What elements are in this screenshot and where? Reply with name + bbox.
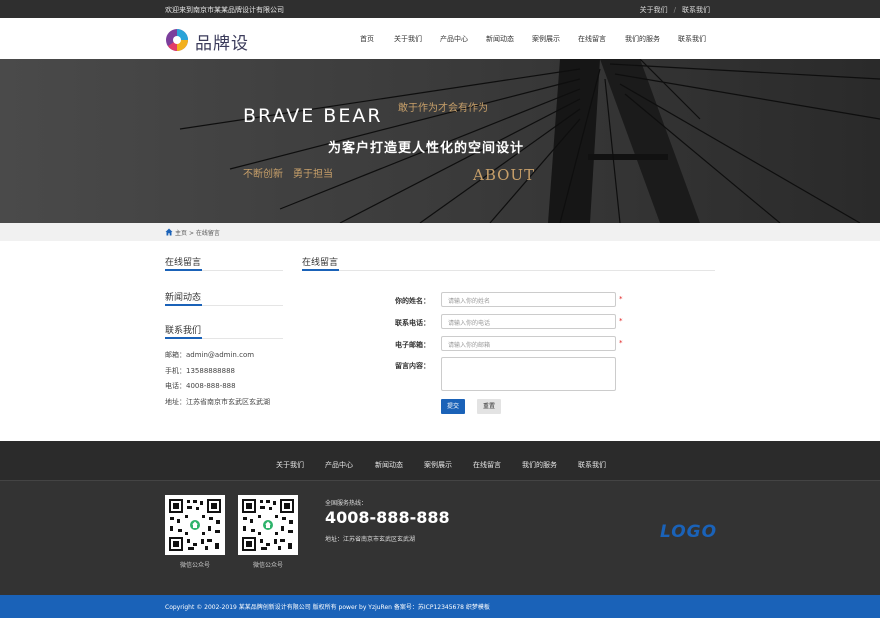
footer-nav-message[interactable]: 在线留言 <box>473 460 501 470</box>
site-logo[interactable]: 品牌设计 <box>165 27 265 79</box>
nav-home[interactable]: 首页 <box>360 34 374 44</box>
name-label: 你的姓名： <box>395 297 430 305</box>
page-title-divider <box>302 269 715 271</box>
top-link-separator: / <box>673 6 676 14</box>
banner-slogan: 敢于作为才会有作为 <box>398 103 488 114</box>
sidebar-divider <box>165 337 283 339</box>
hero-banner: BRAVE BEAR 敢于作为才会有作为 为客户打造更人性化的空间设计 不断创新… <box>0 59 880 223</box>
sidebar-heading-message[interactable]: 在线留言 <box>165 255 201 268</box>
nav-message[interactable]: 在线留言 <box>578 34 606 44</box>
banner-about: ABOUT <box>473 166 536 184</box>
contact-email: 邮箱：admin@admin.com <box>165 351 255 359</box>
nav-products[interactable]: 产品中心 <box>440 34 468 44</box>
copyright-bar: Copyright © 2002-2019 某某品牌创新设计有限公司 版权所有 … <box>0 595 880 618</box>
logo-mark-icon <box>166 29 188 51</box>
home-icon <box>165 228 173 236</box>
submit-button[interactable]: 提交 <box>441 399 465 414</box>
footer-nav-contact[interactable]: 联系我们 <box>578 460 606 470</box>
email-required-mark: * <box>619 339 623 347</box>
email-label: 电子邮箱： <box>395 341 430 349</box>
hotline-number: 4008-888-888 <box>325 508 450 527</box>
name-required-mark: * <box>619 295 623 303</box>
phone-label: 联系电话： <box>395 319 430 327</box>
sidebar-heading-contact[interactable]: 联系我们 <box>165 323 201 336</box>
nav-services[interactable]: 我们的服务 <box>625 34 660 44</box>
top-links: 关于我们 / 联系我们 <box>640 5 710 15</box>
sidebar-divider <box>165 304 283 306</box>
footer-nav-cases[interactable]: 案例展示 <box>424 460 452 470</box>
footer-logo: LOGO <box>660 522 718 542</box>
qr-caption-1: 微信公众号 <box>179 562 210 569</box>
footer-address: 地址：江苏省南京市玄武区玄武湖 <box>325 536 416 543</box>
wechat-qr-code <box>165 495 225 555</box>
contact-address: 地址：江苏省南京市玄武区玄武湖 <box>165 398 270 406</box>
email-input[interactable]: 请输入你的邮箱 <box>441 336 616 351</box>
phone-input[interactable]: 请输入你的电话 <box>441 314 616 329</box>
phone-required-mark: * <box>619 317 623 325</box>
message-label: 留言内容： <box>395 362 430 370</box>
breadcrumb-separator: > <box>188 230 194 237</box>
top-link-about[interactable]: 关于我们 <box>640 5 668 15</box>
name-input[interactable]: 请输入你的姓名 <box>441 292 616 307</box>
nav-news[interactable]: 新闻动态 <box>486 34 514 44</box>
nav-cases[interactable]: 案例展示 <box>532 34 560 44</box>
footer: 微信公众号 微信公众号 全国服务热线： 4008-888-888 地址：江苏省南… <box>0 480 880 595</box>
breadcrumb-home[interactable]: 主页 <box>175 230 187 237</box>
page-title: 在线留言 <box>302 258 339 268</box>
breadcrumb-current: 在线留言 <box>195 230 220 237</box>
nav-about[interactable]: 关于我们 <box>394 34 422 44</box>
banner-headline: 为客户打造更人性化的空间设计 <box>328 141 525 156</box>
footer-nav-news[interactable]: 新闻动态 <box>375 460 403 470</box>
nav-contact[interactable]: 联系我们 <box>678 34 706 44</box>
footer-nav-products[interactable]: 产品中心 <box>325 460 353 470</box>
breadcrumb-bar: 主页 > 在线留言 <box>0 223 880 241</box>
footer-nav-about[interactable]: 关于我们 <box>276 460 304 470</box>
hotline-label: 全国服务热线： <box>325 500 368 507</box>
contact-mobile: 手机：13588888888 <box>165 367 235 375</box>
top-bar: 欢迎来到南京市某某品牌设计有限公司 关于我们 / 联系我们 <box>0 0 880 18</box>
message-textarea[interactable] <box>441 357 616 391</box>
banner-tagline: 不断创新 勇于担当 <box>243 169 333 180</box>
welcome-text: 欢迎来到南京市某某品牌设计有限公司 <box>165 6 284 14</box>
reset-button[interactable]: 重置 <box>477 399 501 414</box>
banner-title: BRAVE BEAR <box>243 105 383 127</box>
contact-phone: 电话：4008-888-888 <box>165 382 236 390</box>
breadcrumb: 主页 > 在线留言 <box>165 228 220 237</box>
sidebar-divider <box>165 269 283 271</box>
sidebar-heading-news[interactable]: 新闻动态 <box>165 290 201 303</box>
qr-caption-2: 微信公众号 <box>252 562 283 569</box>
wechat-qr-code <box>238 495 298 555</box>
copyright-text: Copyright © 2002-2019 某某品牌创新设计有限公司 版权所有 … <box>165 604 490 611</box>
top-link-contact[interactable]: 联系我们 <box>682 5 710 15</box>
site-header: 品牌设计 首页 关于我们 产品中心 新闻动态 案例展示 在线留言 我们的服务 联… <box>0 18 880 79</box>
footer-nav: 关于我们 产品中心 新闻动态 案例展示 在线留言 我们的服务 联系我们 <box>0 441 880 480</box>
footer-nav-services[interactable]: 我们的服务 <box>522 460 557 470</box>
